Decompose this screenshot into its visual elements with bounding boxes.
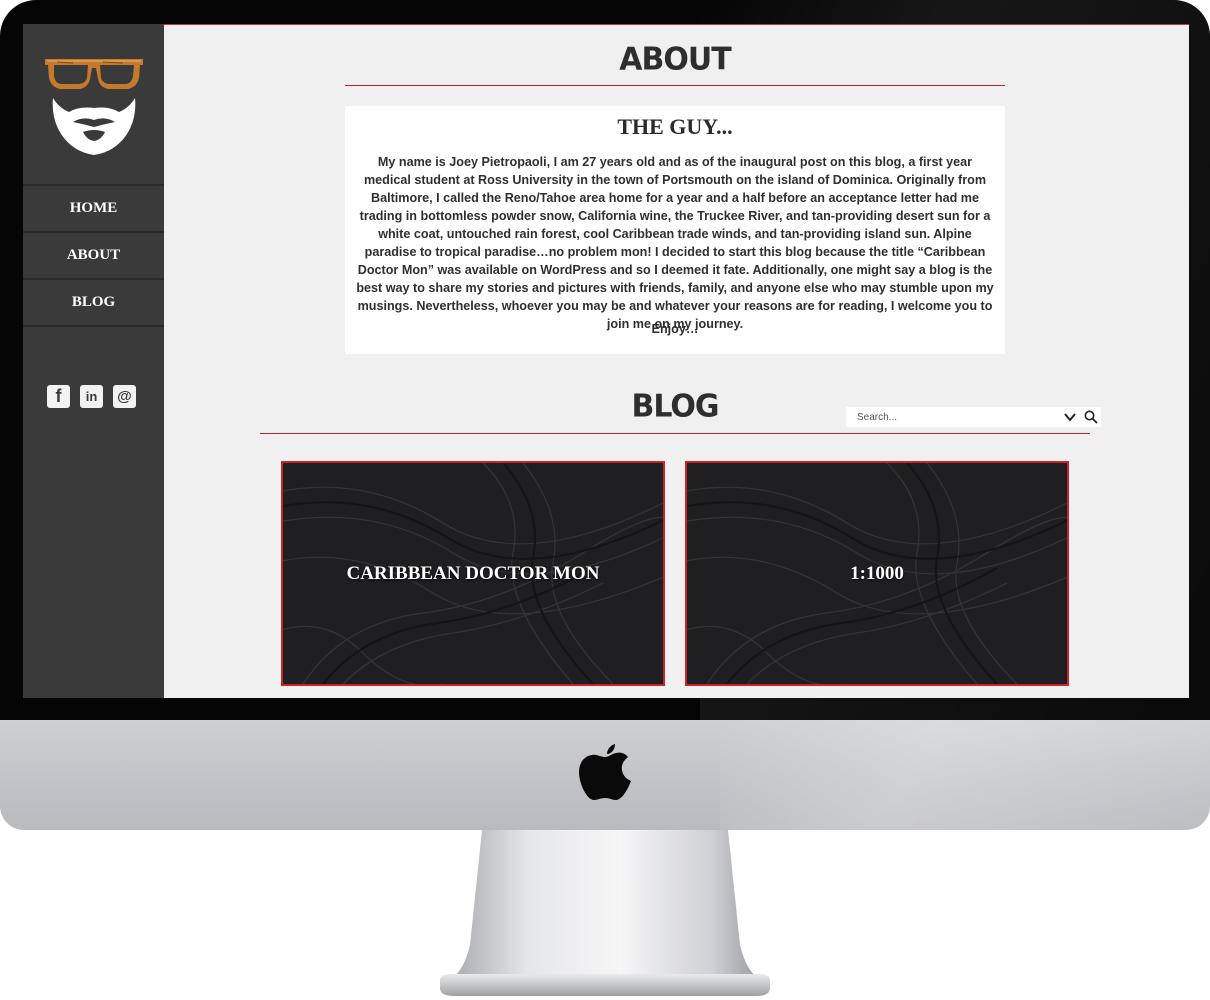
nav-label: BLOG bbox=[71, 294, 116, 310]
linkedin-icon[interactable]: in bbox=[80, 385, 103, 408]
monitor-stand bbox=[440, 830, 770, 996]
blog-title: BLOG bbox=[631, 388, 719, 425]
blog-divider bbox=[260, 433, 1090, 434]
bearded-man-logo-icon[interactable] bbox=[43, 54, 145, 158]
search-bar bbox=[846, 407, 1101, 427]
social-links: f in @ bbox=[47, 385, 136, 408]
about-body-text: My name is Joey Pietropaoli, I am 27 yea… bbox=[356, 155, 994, 331]
about-closing: Enjoy… bbox=[651, 322, 699, 336]
about-card: THE GUY... My name is Joey Pietropaoli, … bbox=[345, 106, 1005, 354]
website-screen: HOME ABOUT BLOG f in @ ABOUT THE GUY... … bbox=[23, 24, 1189, 698]
post-title: 1:1000 bbox=[850, 562, 904, 584]
nav-item-blog[interactable]: BLOG bbox=[23, 278, 164, 327]
search-icon[interactable] bbox=[1084, 410, 1098, 424]
nav-item-about[interactable]: ABOUT bbox=[23, 231, 164, 278]
about-heading: THE GUY... bbox=[617, 114, 733, 139]
post-title: CARIBBEAN DOCTOR MON bbox=[346, 562, 600, 584]
search-input[interactable] bbox=[855, 410, 1059, 424]
apple-logo-icon bbox=[579, 744, 631, 800]
facebook-icon[interactable]: f bbox=[47, 385, 70, 408]
nav-item-home[interactable]: HOME bbox=[23, 184, 164, 231]
nav-label: HOME bbox=[69, 200, 118, 216]
chin-reflection bbox=[720, 720, 1210, 830]
facebook-glyph: f bbox=[55, 386, 62, 406]
sidebar: HOME ABOUT BLOG f in @ bbox=[23, 24, 164, 698]
main-content: ABOUT THE GUY... My name is Joey Pietrop… bbox=[164, 24, 1189, 698]
nav-label: ABOUT bbox=[66, 247, 121, 263]
email-glyph: @ bbox=[117, 388, 132, 405]
about-divider bbox=[345, 85, 1005, 86]
about-title: ABOUT bbox=[619, 41, 731, 78]
email-icon[interactable]: @ bbox=[113, 385, 136, 408]
blog-post-card[interactable]: 1:1000 bbox=[685, 461, 1069, 686]
linkedin-glyph: in bbox=[85, 389, 98, 404]
main-nav: HOME ABOUT BLOG bbox=[23, 184, 164, 327]
chevron-down-icon[interactable] bbox=[1064, 411, 1076, 423]
blog-post-card[interactable]: CARIBBEAN DOCTOR MON bbox=[281, 461, 665, 686]
